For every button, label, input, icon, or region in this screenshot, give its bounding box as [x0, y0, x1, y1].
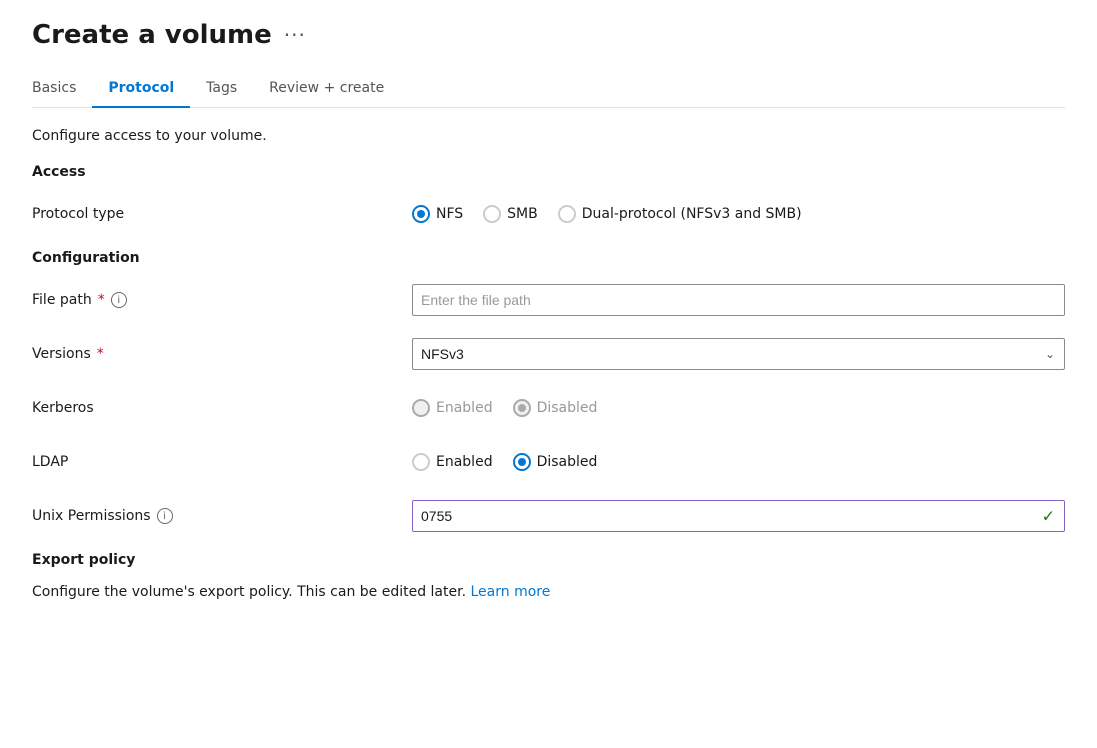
radio-ldap-disabled-input[interactable]	[513, 453, 531, 471]
radio-ldap-disabled[interactable]: Disabled	[513, 453, 598, 471]
radio-kerberos-enabled-label: Enabled	[436, 400, 493, 416]
protocol-type-row: Protocol type NFS SMB Dual-protocol (NFS…	[32, 196, 1065, 232]
tab-bar: Basics Protocol Tags Review + create	[32, 70, 1065, 108]
radio-kerberos-enabled-input	[412, 399, 430, 417]
radio-ldap-enabled-input[interactable]	[412, 453, 430, 471]
export-policy-section: Export policy Configure the volume's exp…	[32, 552, 1065, 600]
tab-basics[interactable]: Basics	[32, 70, 92, 108]
versions-label: Versions *	[32, 346, 412, 362]
radio-nfs-input[interactable]	[412, 205, 430, 223]
tab-review-create[interactable]: Review + create	[253, 70, 400, 108]
versions-control: NFSv3 NFSv4.1 ⌄	[412, 338, 1065, 370]
unix-permissions-label: Unix Permissions i	[32, 508, 412, 524]
kerberos-label: Kerberos	[32, 400, 412, 416]
unix-permissions-input-wrapper: ✓	[412, 500, 1065, 532]
protocol-type-control: NFS SMB Dual-protocol (NFSv3 and SMB)	[412, 205, 1065, 223]
radio-smb-label: SMB	[507, 206, 538, 222]
kerberos-row: Kerberos Enabled Disabled	[32, 390, 1065, 426]
radio-dual-input[interactable]	[558, 205, 576, 223]
file-path-label: File path * i	[32, 292, 412, 308]
kerberos-radio-group: Enabled Disabled	[412, 399, 1065, 417]
unix-permissions-row: Unix Permissions i ✓	[32, 498, 1065, 534]
file-path-control	[412, 284, 1065, 316]
versions-row: Versions * NFSv3 NFSv4.1 ⌄	[32, 336, 1065, 372]
file-path-row: File path * i	[32, 282, 1065, 318]
versions-required: *	[97, 346, 104, 362]
versions-select[interactable]: NFSv3 NFSv4.1	[412, 338, 1065, 370]
radio-nfs-label: NFS	[436, 206, 463, 222]
ldap-row: LDAP Enabled Disabled	[32, 444, 1065, 480]
radio-smb[interactable]: SMB	[483, 205, 538, 223]
radio-dual-label: Dual-protocol (NFSv3 and SMB)	[582, 206, 802, 222]
tab-tags[interactable]: Tags	[190, 70, 253, 108]
radio-dual[interactable]: Dual-protocol (NFSv3 and SMB)	[558, 205, 802, 223]
configuration-section: Configuration File path * i Versions * N…	[32, 250, 1065, 534]
tab-protocol[interactable]: Protocol	[92, 70, 190, 108]
access-section: Access Protocol type NFS SMB	[32, 164, 1065, 232]
radio-ldap-enabled-label: Enabled	[436, 454, 493, 470]
page-title: Create a volume	[32, 20, 272, 50]
radio-nfs[interactable]: NFS	[412, 205, 463, 223]
unix-permissions-input[interactable]	[412, 500, 1065, 532]
kerberos-control: Enabled Disabled	[412, 399, 1065, 417]
protocol-type-radio-group: NFS SMB Dual-protocol (NFSv3 and SMB)	[412, 205, 1065, 223]
learn-more-link[interactable]: Learn more	[471, 584, 551, 600]
ldap-control: Enabled Disabled	[412, 453, 1065, 471]
unix-permissions-control: ✓	[412, 500, 1065, 532]
file-path-required: *	[98, 292, 105, 308]
radio-kerberos-disabled[interactable]: Disabled	[513, 399, 598, 417]
radio-ldap-enabled[interactable]: Enabled	[412, 453, 493, 471]
export-policy-header: Export policy	[32, 552, 1065, 568]
protocol-type-label: Protocol type	[32, 206, 412, 222]
ldap-radio-group: Enabled Disabled	[412, 453, 1065, 471]
unix-permissions-check-icon: ✓	[1042, 507, 1055, 526]
ldap-label: LDAP	[32, 454, 412, 470]
more-options-icon[interactable]: ···	[284, 23, 306, 47]
radio-kerberos-disabled-input	[513, 399, 531, 417]
configuration-section-header: Configuration	[32, 250, 1065, 266]
radio-ldap-disabled-label: Disabled	[537, 454, 598, 470]
file-path-info-icon[interactable]: i	[111, 292, 127, 308]
unix-permissions-info-icon[interactable]: i	[157, 508, 173, 524]
file-path-input[interactable]	[412, 284, 1065, 316]
export-policy-text: Configure the volume's export policy. Th…	[32, 584, 1065, 600]
access-section-header: Access	[32, 164, 1065, 180]
versions-select-wrapper: NFSv3 NFSv4.1 ⌄	[412, 338, 1065, 370]
radio-smb-input[interactable]	[483, 205, 501, 223]
radio-kerberos-enabled[interactable]: Enabled	[412, 399, 493, 417]
radio-kerberos-disabled-label: Disabled	[537, 400, 598, 416]
page-subtitle: Configure access to your volume.	[32, 128, 1065, 144]
